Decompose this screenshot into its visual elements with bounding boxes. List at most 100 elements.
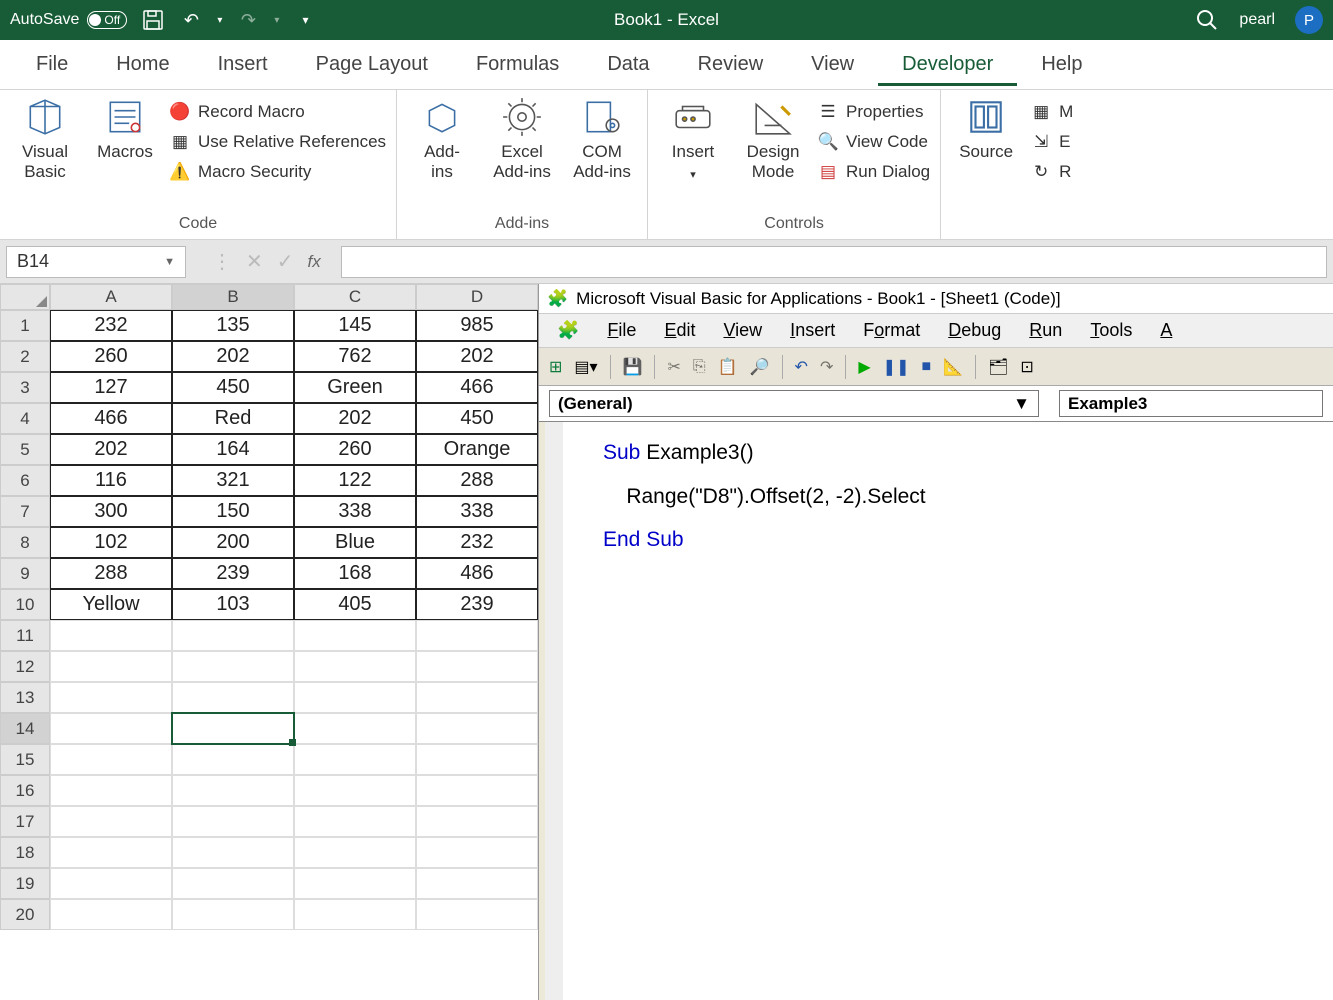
cell[interactable]: 150 bbox=[172, 496, 294, 527]
col-header-a[interactable]: A bbox=[50, 284, 172, 310]
cell[interactable]: 145 bbox=[294, 310, 416, 341]
col-header-c[interactable]: C bbox=[294, 284, 416, 310]
cell[interactable]: 116 bbox=[50, 465, 172, 496]
properties-button[interactable]: ☰Properties bbox=[818, 102, 930, 122]
cell[interactable] bbox=[294, 837, 416, 868]
tab-page-layout[interactable]: Page Layout bbox=[292, 43, 452, 86]
cell[interactable]: Orange bbox=[416, 434, 538, 465]
cell[interactable] bbox=[172, 651, 294, 682]
cell[interactable] bbox=[416, 868, 538, 899]
cell[interactable] bbox=[294, 806, 416, 837]
cell[interactable]: 450 bbox=[172, 372, 294, 403]
cell[interactable]: 405 bbox=[294, 589, 416, 620]
cell[interactable] bbox=[294, 713, 416, 744]
cell[interactable] bbox=[50, 620, 172, 651]
cell[interactable] bbox=[294, 651, 416, 682]
row-header[interactable]: 11 bbox=[0, 620, 50, 651]
vba-menu-more[interactable]: A bbox=[1160, 320, 1172, 341]
tab-data[interactable]: Data bbox=[583, 43, 673, 86]
cell[interactable] bbox=[416, 713, 538, 744]
cancel-icon[interactable]: ✕ bbox=[246, 249, 263, 274]
tab-home[interactable]: Home bbox=[92, 43, 193, 86]
select-all-corner[interactable] bbox=[0, 284, 50, 310]
cell[interactable]: 288 bbox=[416, 465, 538, 496]
cell[interactable] bbox=[50, 744, 172, 775]
row-header[interactable]: 7 bbox=[0, 496, 50, 527]
cell[interactable]: 338 bbox=[294, 496, 416, 527]
cell[interactable]: 321 bbox=[172, 465, 294, 496]
source-button[interactable]: Source bbox=[951, 96, 1021, 162]
avatar[interactable]: P bbox=[1295, 6, 1323, 34]
row-header[interactable]: 6 bbox=[0, 465, 50, 496]
vba-menu-insert[interactable]: Insert bbox=[790, 320, 835, 341]
cell[interactable]: 288 bbox=[50, 558, 172, 589]
tab-view[interactable]: View bbox=[787, 43, 878, 86]
use-relative-button[interactable]: ▦Use Relative References bbox=[170, 132, 386, 152]
cell[interactable] bbox=[416, 899, 538, 930]
macros-button[interactable]: Macros bbox=[90, 96, 160, 162]
cell[interactable]: 135 bbox=[172, 310, 294, 341]
pause-icon[interactable]: ❚❚ bbox=[883, 357, 910, 377]
insert-button[interactable]: Insert ▾ bbox=[658, 96, 728, 181]
cell[interactable] bbox=[416, 806, 538, 837]
cell[interactable] bbox=[50, 651, 172, 682]
procedure-dropdown[interactable]: Example3 bbox=[1059, 390, 1323, 417]
tab-formulas[interactable]: Formulas bbox=[452, 43, 583, 86]
record-macro-button[interactable]: 🔴Record Macro bbox=[170, 102, 386, 122]
tab-review[interactable]: Review bbox=[674, 43, 788, 86]
autosave-toggle[interactable]: AutoSave Off bbox=[10, 11, 127, 29]
cell[interactable]: Green bbox=[294, 372, 416, 403]
vba-menu-run[interactable]: Run bbox=[1029, 320, 1062, 341]
cell[interactable] bbox=[172, 899, 294, 930]
name-box[interactable]: B14 ▼ bbox=[6, 246, 186, 278]
cell[interactable] bbox=[416, 682, 538, 713]
cell[interactable]: 202 bbox=[294, 403, 416, 434]
insert-module-icon[interactable]: ▤▾ bbox=[574, 357, 597, 377]
cell[interactable]: 338 bbox=[416, 496, 538, 527]
cell[interactable] bbox=[416, 775, 538, 806]
cell[interactable]: 300 bbox=[50, 496, 172, 527]
redo-icon[interactable]: ↷ bbox=[236, 8, 260, 32]
cell[interactable] bbox=[416, 837, 538, 868]
cell[interactable] bbox=[50, 682, 172, 713]
excel-icon[interactable]: ⊞ bbox=[549, 357, 562, 377]
vba-menu-debug[interactable]: Debug bbox=[948, 320, 1001, 341]
redo-icon[interactable]: ↷ bbox=[820, 357, 833, 377]
formula-input[interactable] bbox=[341, 246, 1327, 278]
row-header[interactable]: 9 bbox=[0, 558, 50, 589]
macro-security-button[interactable]: ⚠️Macro Security bbox=[170, 162, 386, 182]
save-icon[interactable] bbox=[141, 8, 165, 32]
worksheet[interactable]: A B C D 12321351459852260202762202312745… bbox=[0, 284, 538, 1000]
excel-addins-button[interactable]: ExcelAdd-ins bbox=[487, 96, 557, 182]
cell[interactable] bbox=[50, 775, 172, 806]
cell[interactable]: 127 bbox=[50, 372, 172, 403]
cell[interactable]: Blue bbox=[294, 527, 416, 558]
cell[interactable]: Yellow bbox=[50, 589, 172, 620]
cell[interactable] bbox=[172, 682, 294, 713]
row-header[interactable]: 20 bbox=[0, 899, 50, 930]
col-header-b[interactable]: B bbox=[172, 284, 294, 310]
cell[interactable]: 200 bbox=[172, 527, 294, 558]
object-dropdown[interactable]: (General)▼ bbox=[549, 390, 1039, 417]
cell[interactable]: 202 bbox=[50, 434, 172, 465]
row-header[interactable]: 17 bbox=[0, 806, 50, 837]
undo-icon[interactable]: ↶ bbox=[795, 357, 808, 377]
find-icon[interactable]: 🔎 bbox=[750, 357, 770, 377]
vba-menu-edit[interactable]: Edit bbox=[664, 320, 695, 341]
cell[interactable] bbox=[294, 682, 416, 713]
project-explorer-icon[interactable]: 🗂 bbox=[988, 357, 1008, 377]
cell[interactable] bbox=[416, 651, 538, 682]
cell[interactable] bbox=[416, 744, 538, 775]
visual-basic-button[interactable]: VisualBasic bbox=[10, 96, 80, 182]
xml-e-button[interactable]: ⇲E bbox=[1031, 132, 1073, 152]
copy-icon[interactable]: ⎘ bbox=[693, 358, 706, 376]
row-header[interactable]: 1 bbox=[0, 310, 50, 341]
row-header[interactable]: 12 bbox=[0, 651, 50, 682]
run-icon[interactable]: ▶ bbox=[858, 357, 870, 377]
cell[interactable] bbox=[172, 868, 294, 899]
toggle-switch[interactable]: Off bbox=[87, 11, 127, 29]
row-header[interactable]: 3 bbox=[0, 372, 50, 403]
cut-icon[interactable]: ✂ bbox=[667, 357, 680, 377]
cell[interactable] bbox=[294, 620, 416, 651]
cell[interactable] bbox=[172, 713, 294, 744]
